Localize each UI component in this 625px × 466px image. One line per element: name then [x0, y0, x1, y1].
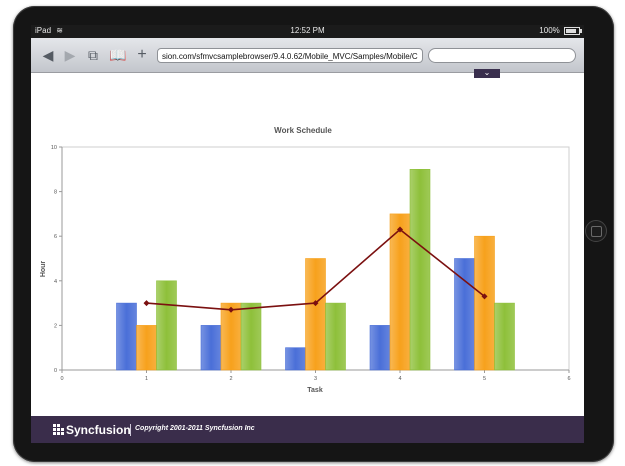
add-icon[interactable]: +: [133, 46, 151, 64]
x-axis-label: Task: [307, 387, 323, 394]
battery-percent: 100%: [539, 26, 560, 35]
bar: [369, 325, 391, 371]
bar: [494, 302, 515, 371]
forward-arrow-icon[interactable]: ▶: [61, 46, 79, 64]
x-tick-label: 4: [398, 376, 401, 382]
brand-name: Syncfusion: [66, 423, 131, 437]
bar: [220, 302, 242, 371]
bookmarks-icon[interactable]: 📖: [109, 46, 127, 64]
y-tick-label: 10: [51, 145, 57, 151]
syncfusion-logo-icon: [53, 424, 64, 435]
bar: [136, 325, 157, 371]
bar: [116, 302, 137, 371]
status-right: 100%: [539, 26, 582, 35]
footer: Syncfusion Copyright 2001-2011 Syncfusio…: [31, 416, 584, 443]
x-tick-label: 6: [567, 376, 570, 382]
chart-container: Work Schedule Hour Task 0 2 4 6 8 10 0 1 2 3 4 5 6: [31, 85, 584, 415]
bar: [200, 325, 222, 371]
back-arrow-icon[interactable]: ◀: [39, 46, 57, 64]
screen: iPad ≋ 12:52 PM 100% ◀ ▶ ⧉ 📖 + sion.com/…: [31, 25, 584, 443]
line-point: [143, 300, 150, 307]
home-button[interactable]: [585, 220, 607, 242]
logo: Syncfusion: [53, 423, 131, 437]
copyright-text: Copyright 2001-2011 Syncfusion Inc: [135, 425, 255, 432]
bar: [409, 169, 431, 371]
footer-divider: [130, 424, 131, 436]
bar: [240, 302, 262, 371]
y-tick-label: 4: [54, 279, 57, 285]
chart-svg: Work Schedule Hour Task 0 2 4 6 8 10 0 1 2 3 4 5 6: [40, 126, 571, 394]
battery-icon: [564, 26, 582, 35]
y-axis-label: Hour: [40, 261, 47, 278]
address-input[interactable]: sion.com/sfmvcsamplebrowser/9.4.0.62/Mob…: [157, 48, 423, 63]
bar: [474, 235, 495, 371]
status-bar: iPad ≋ 12:52 PM 100%: [31, 25, 584, 38]
y-tick-label: 2: [54, 323, 57, 329]
x-tick-label: 1: [145, 376, 148, 382]
y-tick-label: 0: [54, 368, 57, 374]
bar: [325, 302, 346, 371]
x-tick-label: 2: [229, 376, 232, 382]
plot-area: 0 2 4 6 8 10 0 1 2 3 4 5 6: [51, 145, 571, 382]
browser-toolbar: ◀ ▶ ⧉ 📖 + sion.com/sfmvcsamplebrowser/9.…: [31, 38, 584, 73]
x-tick-label: 0: [60, 376, 63, 382]
search-input[interactable]: [428, 48, 576, 63]
y-tick-label: 8: [54, 190, 57, 196]
bar: [156, 280, 177, 371]
status-time: 12:52 PM: [290, 26, 325, 35]
x-tick-label: 5: [483, 376, 486, 382]
chart-title: Work Schedule: [274, 126, 332, 135]
bar: [389, 213, 411, 371]
x-tick-label: 3: [314, 376, 317, 382]
bar: [305, 258, 326, 371]
chevron-down-icon[interactable]: ⌄: [474, 69, 500, 78]
y-tick-label: 6: [54, 234, 57, 240]
pages-icon[interactable]: ⧉: [84, 46, 102, 64]
bar: [285, 347, 306, 371]
